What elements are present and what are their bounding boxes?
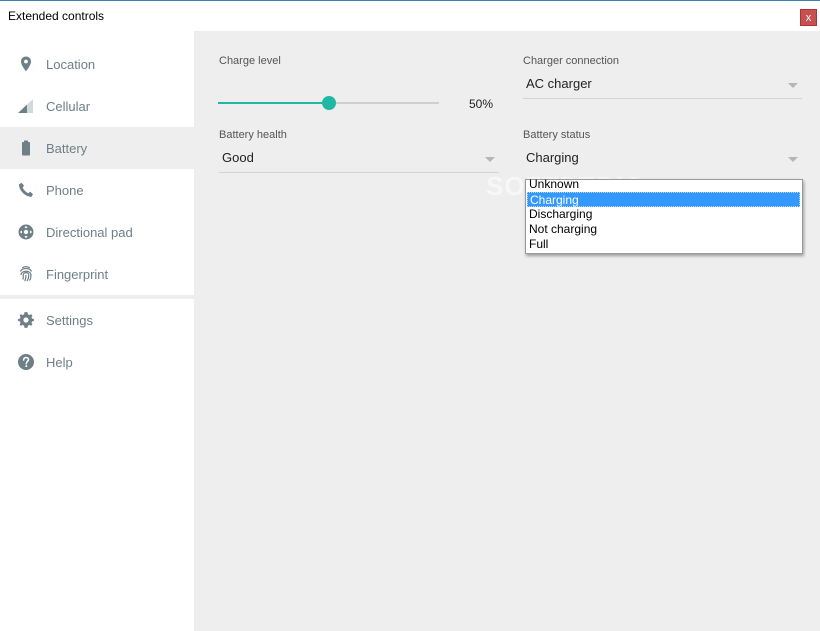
charger-connection-label: Charger connection <box>523 55 620 67</box>
phone-icon <box>17 181 35 199</box>
gear-icon <box>17 311 35 329</box>
sidebar-item-label: Directional pad <box>46 225 133 240</box>
window-title: Extended controls <box>8 9 105 23</box>
battery-status-dropdown[interactable]: Unknown Charging Discharging Not chargin… <box>525 177 803 254</box>
dropdown-option-full[interactable]: Full <box>527 237 800 252</box>
chevron-down-icon <box>788 157 798 162</box>
slider-thumb[interactable] <box>321 96 336 110</box>
location-pin-icon <box>17 55 35 73</box>
battery-panel: Charge level 50% Charger connection AC c… <box>194 31 820 631</box>
battery-status-select[interactable]: Charging <box>523 145 802 173</box>
sidebar-item-fingerprint[interactable]: Fingerprint <box>0 253 194 295</box>
sidebar-item-label: Phone <box>46 183 84 198</box>
sidebar-item-label: Help <box>46 355 73 370</box>
charger-connection-select[interactable]: AC charger <box>523 71 802 99</box>
fingerprint-icon <box>17 265 35 283</box>
sidebar-item-label: Settings <box>46 313 93 328</box>
battery-health-value: Good <box>222 150 254 165</box>
sidebar-item-label: Battery <box>46 141 88 156</box>
sidebar-item-phone[interactable]: Phone <box>0 169 194 211</box>
sidebar-item-settings[interactable]: Settings <box>0 299 194 341</box>
chevron-down-icon <box>788 83 798 88</box>
sidebar-item-directional-pad[interactable]: Directional pad <box>0 211 194 253</box>
charge-level-slider[interactable] <box>218 93 439 113</box>
chevron-down-icon <box>485 157 495 162</box>
charge-level-value: 50% <box>469 97 494 111</box>
battery-icon <box>17 139 35 157</box>
battery-health-select[interactable]: Good <box>219 145 499 173</box>
close-button[interactable]: x <box>800 9 817 26</box>
sidebar-item-cellular[interactable]: Cellular <box>0 85 194 127</box>
dropdown-option-unknown[interactable]: Unknown <box>527 177 800 192</box>
charge-level-label: Charge level <box>219 55 281 67</box>
title-bar: Extended controls x <box>0 0 820 31</box>
sidebar-item-label: Location <box>46 57 96 72</box>
sidebar: Location Cellular Battery Phone Directio… <box>0 31 194 631</box>
slider-fill <box>218 102 329 104</box>
battery-status-label: Battery status <box>523 129 591 141</box>
dpad-icon <box>17 223 35 241</box>
sidebar-item-location[interactable]: Location <box>0 43 194 85</box>
dropdown-option-not-charging[interactable]: Not charging <box>527 222 800 237</box>
sidebar-item-label: Cellular <box>46 99 91 114</box>
dropdown-option-discharging[interactable]: Discharging <box>527 207 800 222</box>
help-icon <box>17 353 35 371</box>
battery-status-value: Charging <box>526 150 579 165</box>
sidebar-item-label: Fingerprint <box>46 267 109 282</box>
cellular-signal-icon <box>17 97 35 115</box>
sidebar-item-help[interactable]: Help <box>0 341 194 383</box>
dropdown-option-charging[interactable]: Charging <box>527 192 800 207</box>
charger-connection-value: AC charger <box>526 76 592 91</box>
battery-health-label: Battery health <box>219 129 287 141</box>
sidebar-item-battery[interactable]: Battery <box>0 127 194 169</box>
